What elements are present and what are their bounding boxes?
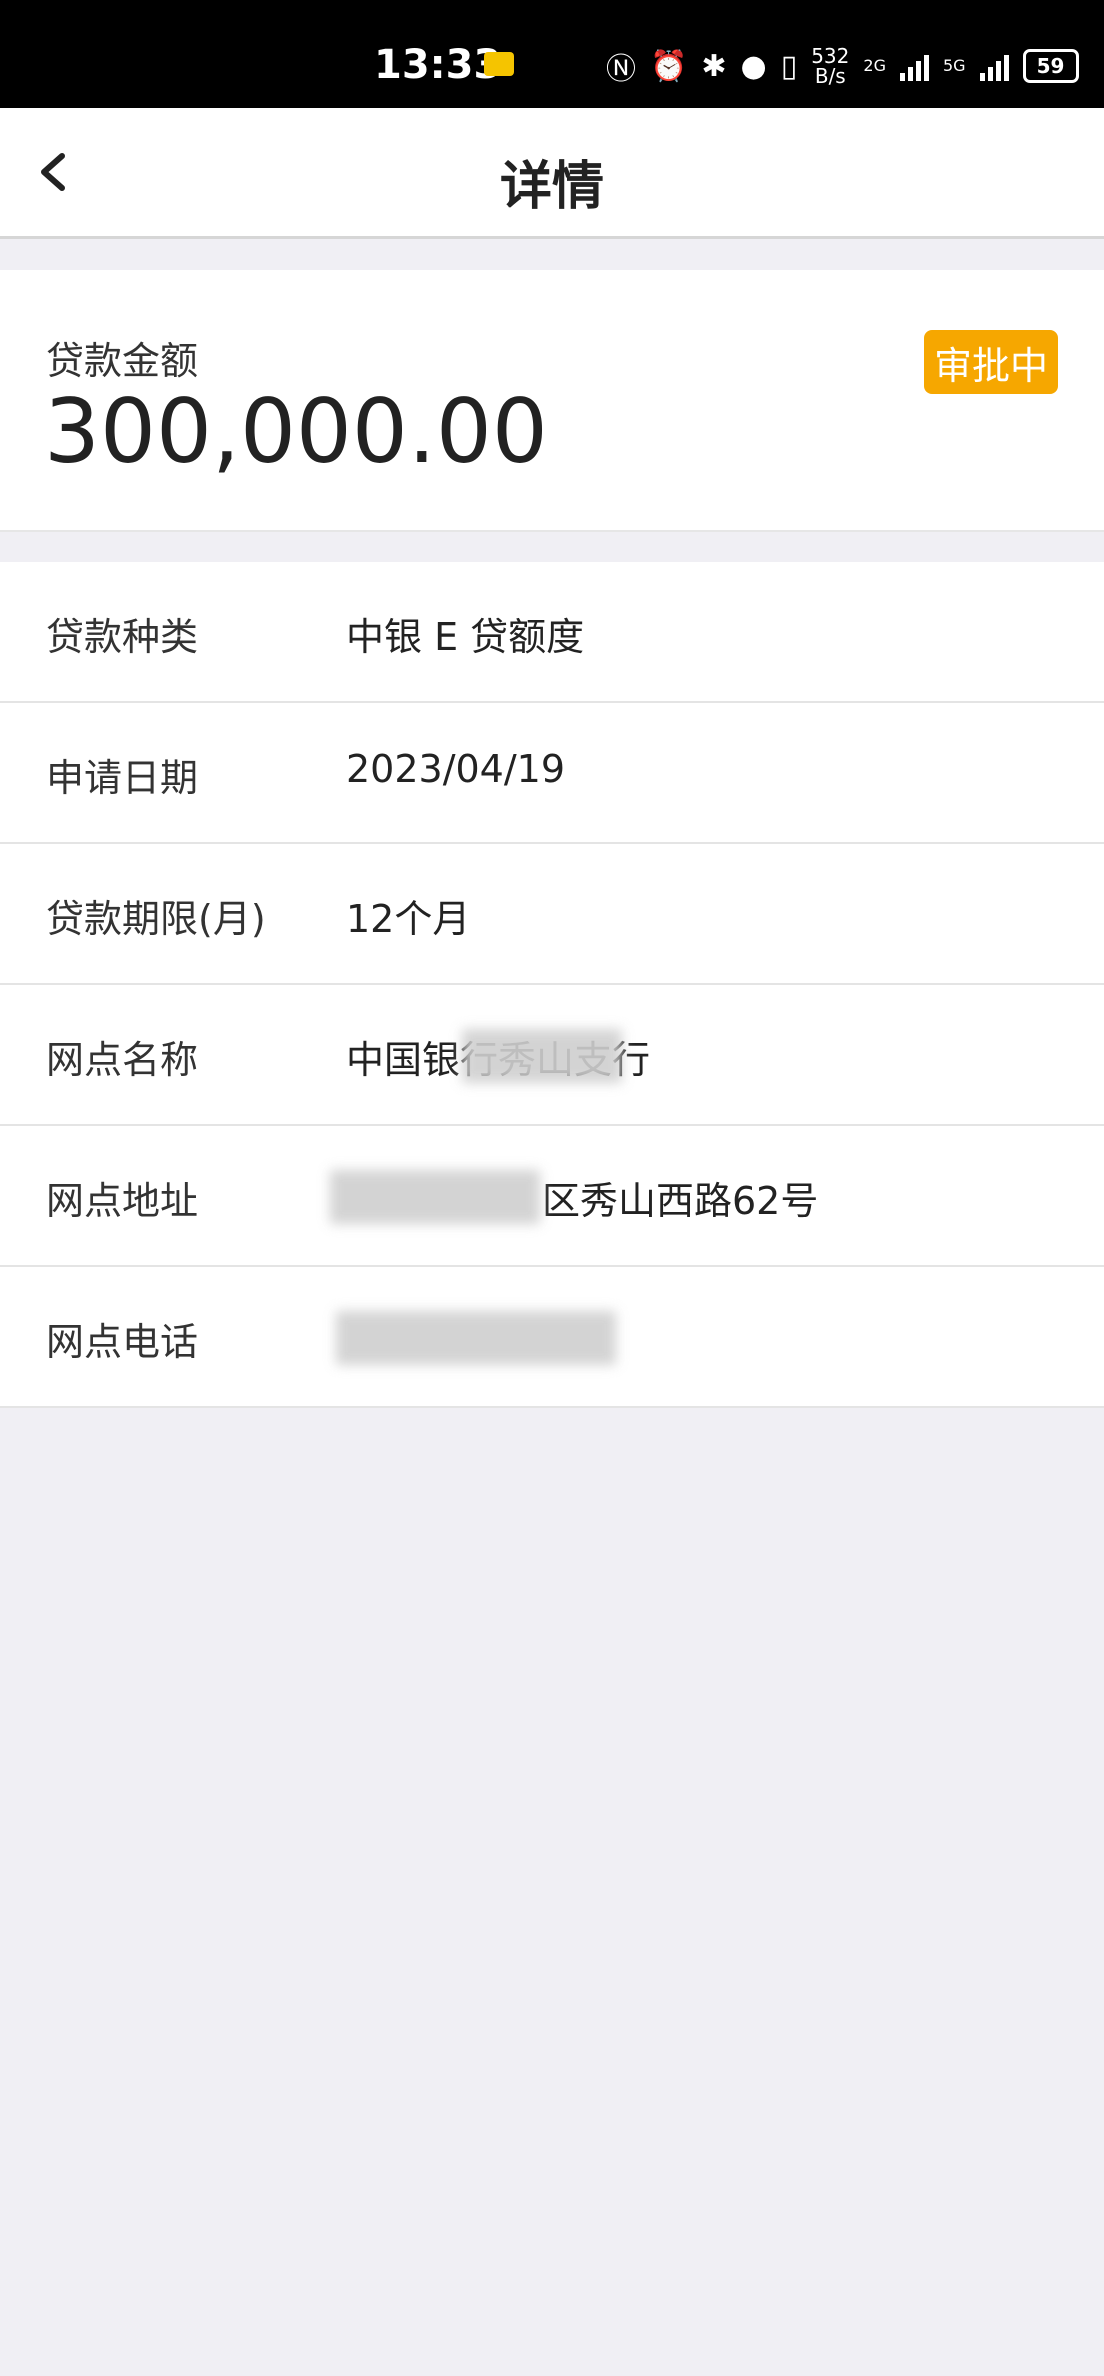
- redaction-blur: [330, 1170, 540, 1224]
- redaction-blur: [462, 1029, 622, 1083]
- signal-icon-2: [979, 51, 1009, 81]
- redaction-blur: [336, 1311, 616, 1365]
- detail-row-branch-name: 网点名称 中国银行秀山支行: [0, 985, 1104, 1126]
- page-title: 详情: [499, 157, 604, 217]
- bluetooth-icon: ✱: [701, 48, 727, 84]
- nav-bar: 详情: [0, 108, 1104, 239]
- status-bar: 13:33 Ⓝ ⏰ ✱ ● ▯ 532 B/s 2G 5G 59: [0, 0, 1104, 108]
- network-rate-value: 532: [811, 44, 850, 68]
- detail-value: 12个月: [346, 897, 471, 941]
- status-icons: Ⓝ ⏰ ✱ ● ▯ 532 B/s 2G 5G 59: [606, 44, 1079, 88]
- amount-value: 300,000.00: [44, 380, 548, 483]
- detail-label: 网点电话: [46, 1320, 199, 1364]
- detail-label: 网点名称: [46, 1038, 199, 1082]
- network-rate: 532 B/s: [811, 46, 849, 86]
- detail-value: 区秀山西路62号: [542, 1179, 819, 1223]
- detail-row-loan-type: 贷款种类 中银 E 贷额度: [0, 562, 1104, 703]
- detail-row-loan-term: 贷款期限(月) 12个月: [0, 844, 1104, 985]
- alarm-icon: ⏰: [650, 48, 688, 84]
- network-type-1: 2G: [863, 56, 886, 75]
- battery-icon: 59: [1022, 49, 1079, 83]
- detail-label: 网点地址: [46, 1179, 199, 1223]
- detail-value: 2023/04/19: [346, 747, 566, 791]
- network-rate-unit: B/s: [814, 64, 846, 88]
- amount-label: 贷款金额: [46, 339, 199, 383]
- nfc-icon: Ⓝ: [606, 52, 636, 87]
- mail-icon: [484, 52, 514, 76]
- network-type-2: 5G: [942, 56, 966, 75]
- status-badge: 审批中: [924, 330, 1058, 394]
- loan-amount-card: 贷款金额 300,000.00 审批中: [0, 270, 1104, 532]
- status-time: 13:33: [374, 42, 502, 88]
- detail-label: 贷款种类: [46, 615, 199, 659]
- detail-row-branch-phone: 网点电话: [0, 1267, 1104, 1408]
- vibrate-icon: ▯: [780, 48, 798, 84]
- battery-level: 59: [1036, 54, 1065, 78]
- detail-row-branch-address: 网点地址 区秀山西路62号: [0, 1126, 1104, 1267]
- details-list: 贷款种类 中银 E 贷额度 申请日期 2023/04/19 贷款期限(月) 12…: [0, 562, 1104, 1408]
- location-icon: ●: [740, 48, 767, 84]
- detail-label: 贷款期限(月): [46, 897, 266, 941]
- signal-icon: [899, 51, 929, 81]
- detail-label: 申请日期: [46, 756, 199, 800]
- detail-row-apply-date: 申请日期 2023/04/19: [0, 703, 1104, 844]
- detail-value: 中银 E 贷额度: [346, 615, 585, 659]
